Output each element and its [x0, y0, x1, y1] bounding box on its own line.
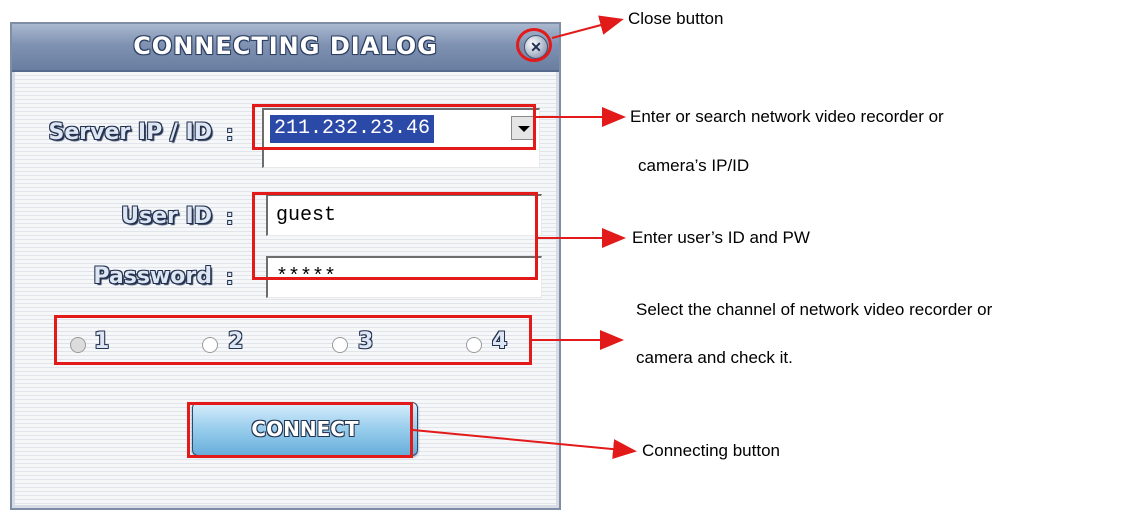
- close-arrow: [551, 15, 624, 39]
- channels-annotation-line1: Select the channel of network video reco…: [636, 300, 993, 319]
- connect-arrow: [412, 429, 637, 460]
- server-ip-annotation-line2: camera’s IP/ID: [638, 156, 750, 175]
- server-ip-annotation-line1: Enter or search network video recorder o…: [630, 107, 944, 126]
- channels-annotation-line2: camera and check it.: [636, 348, 793, 367]
- credentials-annotation: Enter user’s ID and PW: [632, 228, 810, 247]
- close-annotation: Close button: [628, 9, 724, 28]
- connect-annotation: Connecting button: [642, 441, 780, 460]
- annotation-arrows: [412, 15, 637, 460]
